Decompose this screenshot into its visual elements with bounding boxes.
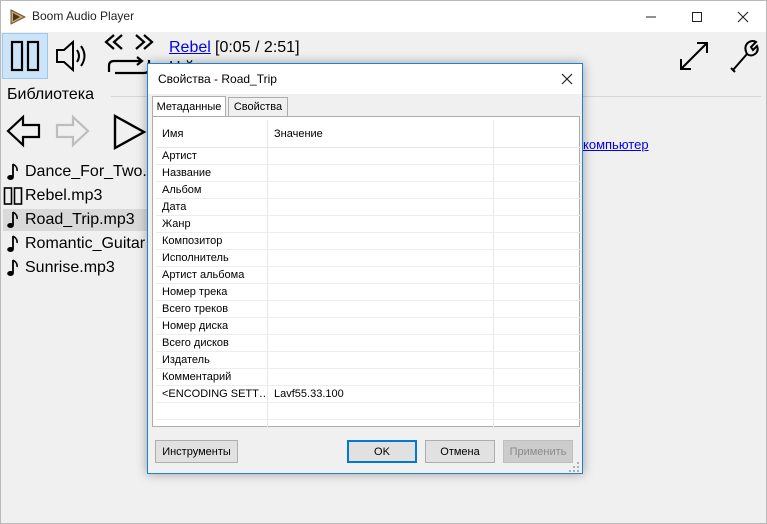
current-track-link[interactable]: Rebel [169, 39, 211, 57]
properties-dialog: Свойства - Road_Trip Метаданные Свойства… [147, 63, 583, 474]
row-name: Артист альбома [162, 269, 245, 281]
row-name: Дата [162, 201, 187, 213]
file-item[interactable]: Sunrise.mp3 [3, 257, 158, 279]
row-name: Всего треков [162, 303, 229, 315]
window-title: Boom Audio Player [32, 9, 135, 23]
grid-header: Имя Значение [156, 120, 580, 148]
table-row[interactable]: Артист альбома [156, 267, 580, 284]
app-logo-icon [10, 9, 27, 30]
ok-button[interactable]: OK [347, 440, 417, 463]
table-row[interactable]: Комментарий [156, 369, 580, 386]
column-header-value[interactable]: Значение [274, 128, 323, 140]
table-row[interactable] [156, 403, 580, 420]
file-item[interactable]: Romantic_Guitar [3, 233, 158, 255]
row-name: Всего дисков [162, 337, 229, 349]
file-item-selected[interactable]: Road_Trip.mp3 [3, 209, 158, 231]
row-name: Номер диска [162, 320, 229, 332]
file-name: Rebel.mp3 [25, 187, 103, 204]
table-row[interactable]: Всего треков [156, 301, 580, 318]
resize-grip-icon[interactable] [568, 460, 580, 472]
table-row[interactable]: <ENCODING SETT… Lavf55.33.100 [156, 386, 580, 403]
table-row[interactable]: Издатель [156, 352, 580, 369]
table-row[interactable]: Номер трека [156, 284, 580, 301]
row-name: Артист [162, 150, 197, 162]
row-name: Альбом [162, 184, 202, 196]
minimize-button[interactable] [628, 1, 674, 32]
table-row[interactable]: Дата [156, 199, 580, 216]
dialog-title: Свойства - Road_Trip [158, 72, 277, 86]
table-row[interactable]: Название [156, 165, 580, 182]
row-name: Исполнитель [162, 252, 229, 264]
tools-button[interactable]: Инструменты [155, 440, 238, 463]
table-row[interactable]: Номер диска [156, 318, 580, 335]
pause-icon [10, 40, 40, 72]
metadata-panel: Имя Значение Артист Название Альбом Дата… [152, 116, 580, 427]
maximize-button[interactable] [674, 1, 720, 32]
track-time: [0:05 / 2:51] [215, 39, 300, 56]
tab-metadata[interactable]: Метаданные [152, 96, 226, 117]
row-name: <ENCODING SETT… [162, 388, 267, 400]
play-icon [113, 113, 147, 151]
music-note-icon [3, 161, 23, 183]
dialog-close-button[interactable] [552, 64, 582, 94]
table-row[interactable]: Альбом [156, 182, 580, 199]
table-row[interactable]: Жанр [156, 216, 580, 233]
row-name: Комментарий [162, 371, 232, 383]
row-name: Номер трека [162, 286, 228, 298]
speaker-icon [56, 39, 86, 73]
row-name: Издатель [162, 354, 210, 366]
computer-link[interactable]: компьютер [583, 137, 649, 152]
library-heading: Библиотека [7, 86, 94, 103]
fullscreen-button[interactable] [676, 38, 712, 74]
table-row[interactable]: Композитор [156, 233, 580, 250]
file-item[interactable]: Rebel.mp3 [3, 185, 158, 207]
play-button[interactable] [111, 113, 147, 151]
table-row[interactable]: Всего дисков [156, 335, 580, 352]
title-bar[interactable]: Boom Audio Player [1, 1, 766, 32]
back-button[interactable] [6, 113, 42, 149]
close-window-button[interactable] [720, 1, 766, 32]
arrow-right-icon [55, 114, 90, 148]
forward-button[interactable] [54, 113, 90, 149]
row-value[interactable]: Lavf55.33.100 [274, 388, 494, 400]
row-name: Композитор [162, 235, 223, 247]
pause-button[interactable] [2, 33, 48, 79]
file-name: Dance_For_Two. [25, 163, 147, 180]
file-name: Road_Trip.mp3 [25, 211, 135, 228]
music-note-icon [3, 233, 23, 255]
column-header-name[interactable]: Имя [162, 128, 183, 140]
music-note-icon [3, 209, 23, 231]
dialog-title-bar[interactable]: Свойства - Road_Trip [148, 64, 582, 94]
table-row[interactable]: Артист [156, 148, 580, 165]
pause-icon [3, 185, 23, 207]
table-row[interactable]: Исполнитель [156, 250, 580, 267]
expand-icon [680, 42, 708, 70]
music-note-icon [3, 257, 23, 279]
metadata-grid[interactable]: Имя Значение Артист Название Альбом Дата… [156, 120, 580, 427]
tab-properties[interactable]: Свойства [228, 97, 288, 116]
cancel-button[interactable]: Отмена [425, 440, 495, 463]
file-item[interactable]: Dance_For_Two. [3, 161, 158, 183]
arrow-left-icon [6, 114, 41, 148]
close-icon [561, 73, 573, 85]
file-name: Sunrise.mp3 [25, 259, 115, 276]
wrench-icon [730, 40, 759, 73]
file-name: Romantic_Guitar [25, 235, 146, 252]
apply-button[interactable]: Применить [503, 440, 573, 463]
volume-button[interactable] [52, 36, 92, 76]
row-name: Жанр [162, 218, 191, 230]
row-name: Название [162, 167, 212, 179]
settings-button[interactable] [726, 37, 762, 75]
